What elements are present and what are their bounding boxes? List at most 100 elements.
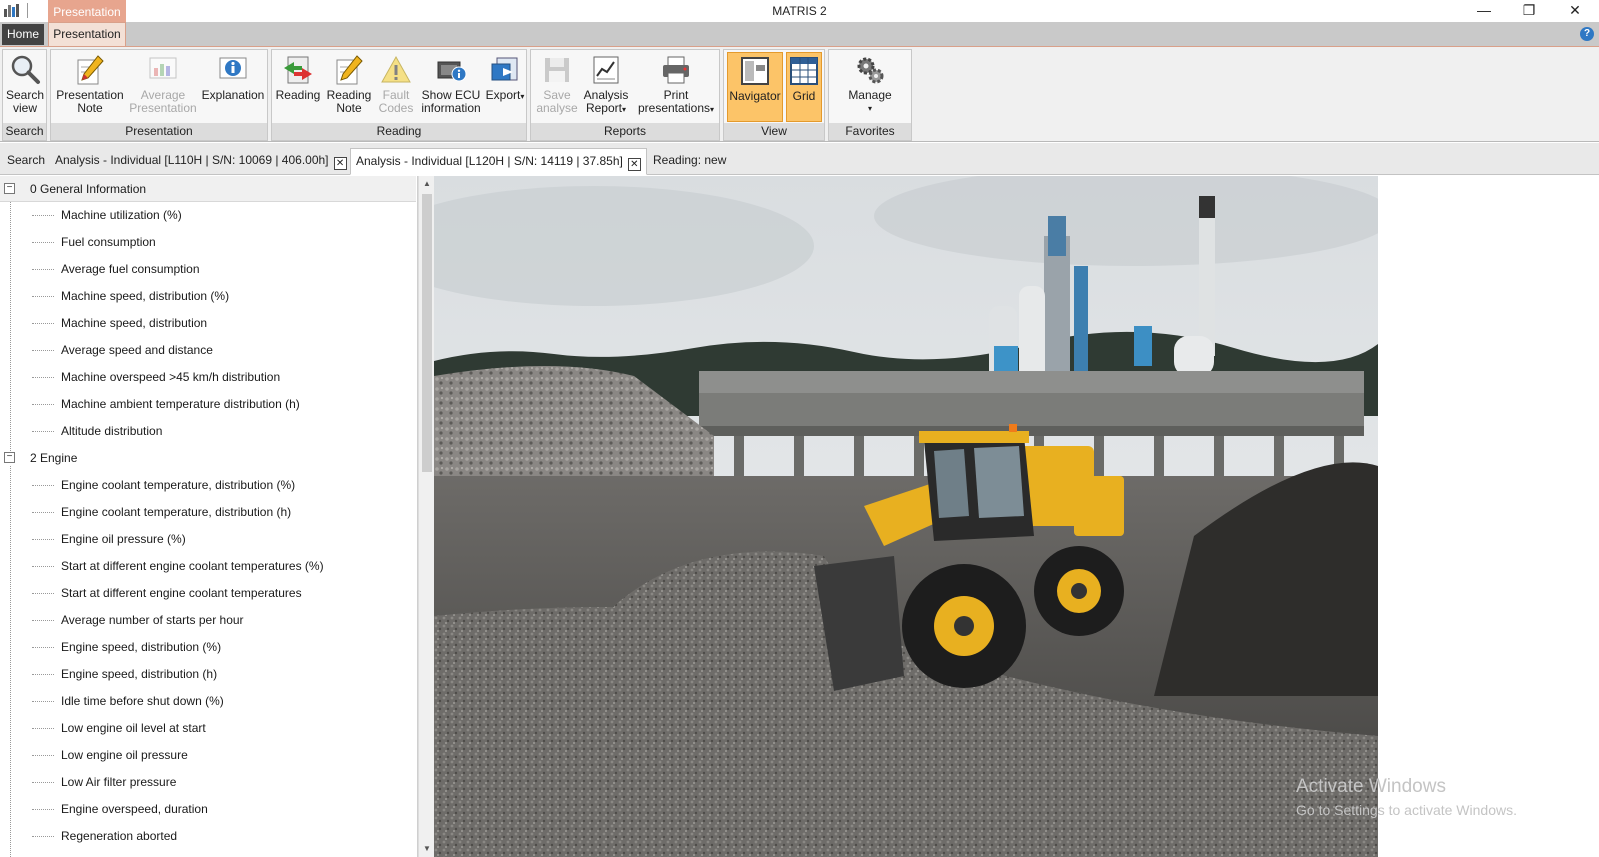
tree-item-label: Engine oil pressure (%) — [61, 532, 186, 546]
tree-item[interactable]: Machine speed, distribution — [0, 310, 416, 336]
wheel-loader-illustration — [434, 176, 1378, 857]
collapse-icon[interactable]: − — [4, 452, 15, 463]
tree-item[interactable]: Engine coolant temperature, distribution… — [0, 472, 416, 498]
average-presentation-button[interactable]: Average Presentation — [127, 52, 199, 122]
tree-item[interactable]: Average fuel consumption — [0, 256, 416, 282]
tree-item-label: Average fuel consumption — [61, 262, 200, 276]
navigator-button[interactable]: Navigator — [727, 52, 783, 122]
search-view-button[interactable]: Search view — [4, 52, 46, 122]
tree-scrollbar[interactable]: ▲ ▼ — [418, 176, 434, 857]
analysis-report-button[interactable]: Analysis Report — [581, 52, 631, 122]
manage-button[interactable]: Manage ▾ — [837, 52, 903, 122]
tree-item[interactable]: Machine overspeed >45 km/h distribution — [0, 364, 416, 390]
tree-item[interactable]: Engine speed, distribution (h) — [0, 661, 416, 687]
tree-item[interactable]: Low engine oil pressure — [0, 742, 416, 768]
restore-button[interactable]: ❐ — [1507, 0, 1551, 20]
tree-item-label: Fuel consumption — [61, 235, 156, 249]
reading-note-button[interactable]: Reading Note — [324, 52, 374, 122]
search-view-label-2: view — [12, 101, 37, 115]
close-tab-icon[interactable]: ✕ — [627, 158, 641, 171]
tree-item-label: Engine overspeed, duration — [61, 802, 208, 816]
print-presentations-button[interactable]: Print presentations — [633, 52, 719, 122]
tree-item[interactable]: Machine ambient temperature distribution… — [0, 391, 416, 417]
explanation-label: Explanation — [201, 88, 265, 102]
tab-presentation[interactable]: Presentation — [48, 22, 126, 46]
tree-item-label: Machine speed, distribution (%) — [61, 289, 230, 303]
tree-item[interactable]: Average number of starts per hour — [0, 607, 416, 633]
tree-item[interactable]: Machine utilization (%) — [0, 202, 416, 228]
tree-item-label: Machine ambient temperature distribution… — [61, 397, 300, 411]
tab-home[interactable]: Home — [2, 24, 44, 45]
tree-item-label: Idle time before shut down (%) — [61, 694, 224, 708]
tree-item[interactable]: Engine speed, distribution (%) — [0, 634, 416, 660]
group-label-favorites: Favorites — [829, 123, 911, 140]
tree-group-general-information[interactable]: − 0 General Information — [0, 176, 416, 202]
tree-item-label: Low engine oil pressure — [61, 748, 188, 762]
tree-item-label: Machine speed, distribution — [61, 316, 208, 330]
tree-item[interactable]: Engine coolant temperature, distribution… — [0, 499, 416, 525]
ecu-info-icon — [437, 61, 467, 82]
fault-codes-button[interactable]: Fault Codes — [374, 52, 418, 122]
warning-icon — [381, 55, 411, 83]
collapse-icon[interactable]: − — [4, 183, 15, 194]
tree-item[interactable]: Start at different engine coolant temper… — [0, 553, 416, 579]
ribbon-tab-strip: Home Presentation ? — [0, 22, 1599, 46]
tree-item-label: Low Air filter pressure — [61, 775, 177, 789]
doc-tab-analysis-l110h[interactable]: Analysis - Individual [L110H | S/N: 1006… — [55, 148, 347, 175]
reading-button[interactable]: Reading — [274, 52, 322, 122]
scroll-thumb[interactable] — [422, 194, 432, 472]
scroll-down-icon[interactable]: ▼ — [419, 841, 435, 857]
tree-item[interactable]: Altitude distribution — [0, 418, 416, 444]
show-ecu-information-button[interactable]: Show ECU information — [420, 52, 482, 122]
save-analyse-label-2: analyse — [536, 101, 578, 115]
tree-item-label: Average speed and distance — [61, 343, 213, 357]
ribbon-group-reading: Reading Reading Note Fault Codes Show EC… — [271, 49, 527, 141]
presentation-note-button[interactable]: Presentation Note — [54, 52, 126, 122]
ribbon-group-reports: Save analyse Analysis Report Print prese… — [530, 49, 720, 141]
doc-tab-search-label: Search — [7, 153, 46, 167]
show-ecu-label-2: information — [421, 101, 481, 115]
manage-label: Manage — [848, 88, 892, 102]
save-analyse-button[interactable]: Save analyse — [533, 52, 581, 122]
reading-icon — [284, 56, 312, 84]
grid-label: Grid — [792, 89, 816, 103]
doc-tab-reading-new[interactable]: Reading: new — [653, 148, 726, 175]
tree-item[interactable]: Regeneration aborted — [0, 823, 416, 849]
minimize-button[interactable]: — — [1462, 0, 1506, 20]
tree-item[interactable]: Idle time before shut down (%) — [0, 688, 416, 714]
tree-item[interactable]: Machine speed, distribution (%) — [0, 283, 416, 309]
group-label-view: View — [724, 123, 824, 140]
tree-item[interactable]: Engine overspeed, duration — [0, 796, 416, 822]
group-label-reading: Reading — [272, 123, 526, 140]
tree-item-label: Average number of starts per hour — [61, 613, 244, 627]
print-presentations-label-2: presentations — [633, 102, 719, 116]
tree-group-engine[interactable]: − 2 Engine — [0, 445, 416, 471]
doc-tab-search[interactable]: Search — [7, 148, 45, 175]
tree-item[interactable]: Fuel consumption — [0, 229, 416, 255]
tree-item-label: Machine utilization (%) — [61, 208, 182, 222]
export-button[interactable]: Export — [484, 52, 526, 122]
reading-note-label-2: Note — [336, 101, 362, 115]
tree-item[interactable]: Start at different engine coolant temper… — [0, 580, 416, 606]
tree-item-label: Engine coolant temperature, distribution… — [61, 505, 292, 519]
close-button[interactable]: ✕ — [1553, 0, 1597, 20]
tree-item-label: Engine coolant temperature, distribution… — [61, 478, 296, 492]
scroll-up-icon[interactable]: ▲ — [419, 176, 435, 192]
tree-item-label: Regeneration aborted — [61, 829, 178, 843]
analysis-report-label-2: Report — [581, 102, 631, 116]
tree-item[interactable]: Engine oil pressure (%) — [0, 526, 416, 552]
tree-item[interactable]: Low Air filter pressure — [0, 769, 416, 795]
ribbon-group-view: Navigator Grid View — [723, 49, 825, 141]
doc-tab-analysis-l120h[interactable]: Analysis - Individual [L120H | S/N: 1411… — [350, 148, 647, 175]
explanation-button[interactable]: Explanation — [199, 52, 267, 122]
pencil-note-icon — [336, 55, 363, 85]
activate-windows-hint: Go to Settings to activate Windows. — [1296, 802, 1517, 818]
close-tab-icon[interactable]: ✕ — [333, 157, 347, 170]
presentation-note-label-2: Note — [77, 101, 103, 115]
tree-item[interactable]: Average speed and distance — [0, 337, 416, 363]
help-icon[interactable]: ? — [1580, 27, 1594, 41]
grid-button[interactable]: Grid — [786, 52, 822, 122]
gears-icon — [857, 57, 884, 84]
reading-label: Reading — [275, 88, 321, 102]
tree-item[interactable]: Low engine oil level at start — [0, 715, 416, 741]
